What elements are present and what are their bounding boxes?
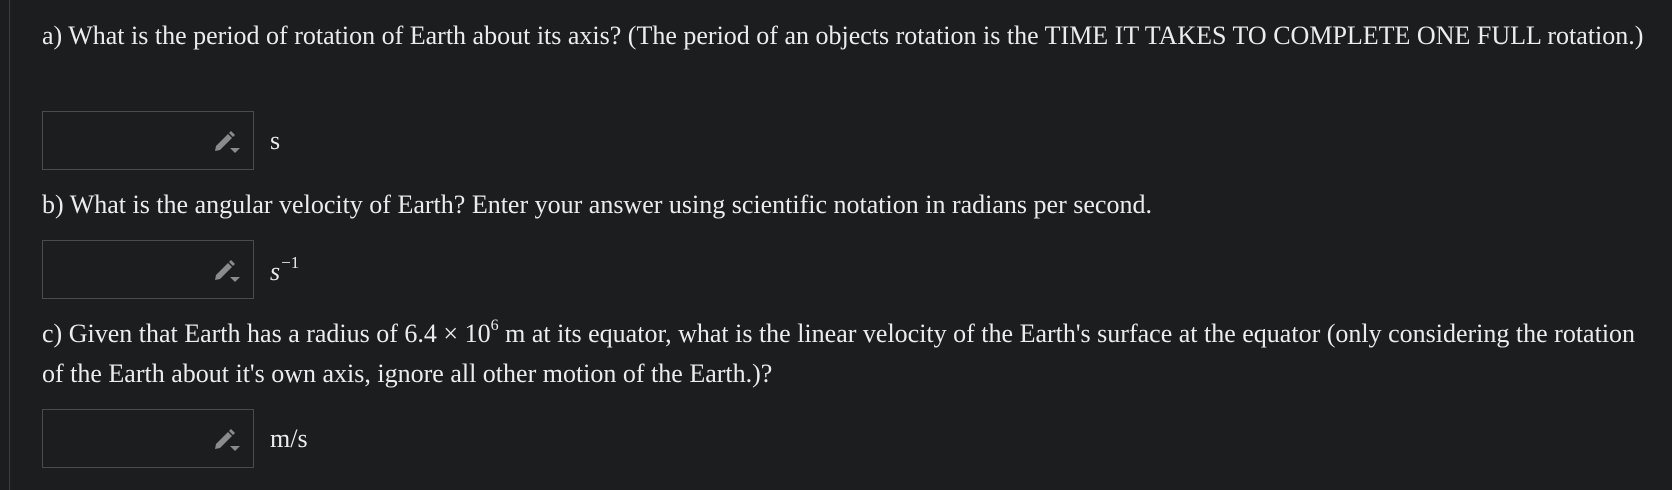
pencil-dropdown-icon[interactable] xyxy=(213,129,241,155)
answer-c-unit: m/s xyxy=(270,423,308,453)
answer-b-unit-base: s xyxy=(270,256,281,286)
question-c-text: c) Given that Earth has a radius of 6.4 … xyxy=(42,314,1652,394)
answer-b-input[interactable] xyxy=(43,241,213,298)
answer-a-input[interactable] xyxy=(43,112,213,169)
answer-b-box[interactable] xyxy=(42,240,254,299)
pencil-dropdown-icon[interactable] xyxy=(213,427,241,453)
question-c-text-before: c) Given that Earth has a radius of 6.4 … xyxy=(42,319,491,348)
answer-c-input[interactable] xyxy=(43,410,213,467)
answer-c-box[interactable] xyxy=(42,409,254,468)
answer-a-box[interactable] xyxy=(42,111,254,170)
pencil-dropdown-icon[interactable] xyxy=(213,258,241,284)
answer-row-a: s xyxy=(42,111,280,170)
answer-b-unit: s−1 xyxy=(270,253,299,287)
question-a-text: a) What is the period of rotation of Ear… xyxy=(42,21,1644,50)
answer-b-unit-exponent: −1 xyxy=(281,252,300,272)
question-c-exponent: 6 xyxy=(490,317,499,334)
answer-a-unit: s xyxy=(270,125,281,155)
answer-row-c: m/s xyxy=(42,409,308,468)
left-border xyxy=(9,0,10,490)
question-b-text: b) What is the angular velocity of Earth… xyxy=(42,190,1152,219)
answer-row-b: s−1 xyxy=(42,240,299,299)
